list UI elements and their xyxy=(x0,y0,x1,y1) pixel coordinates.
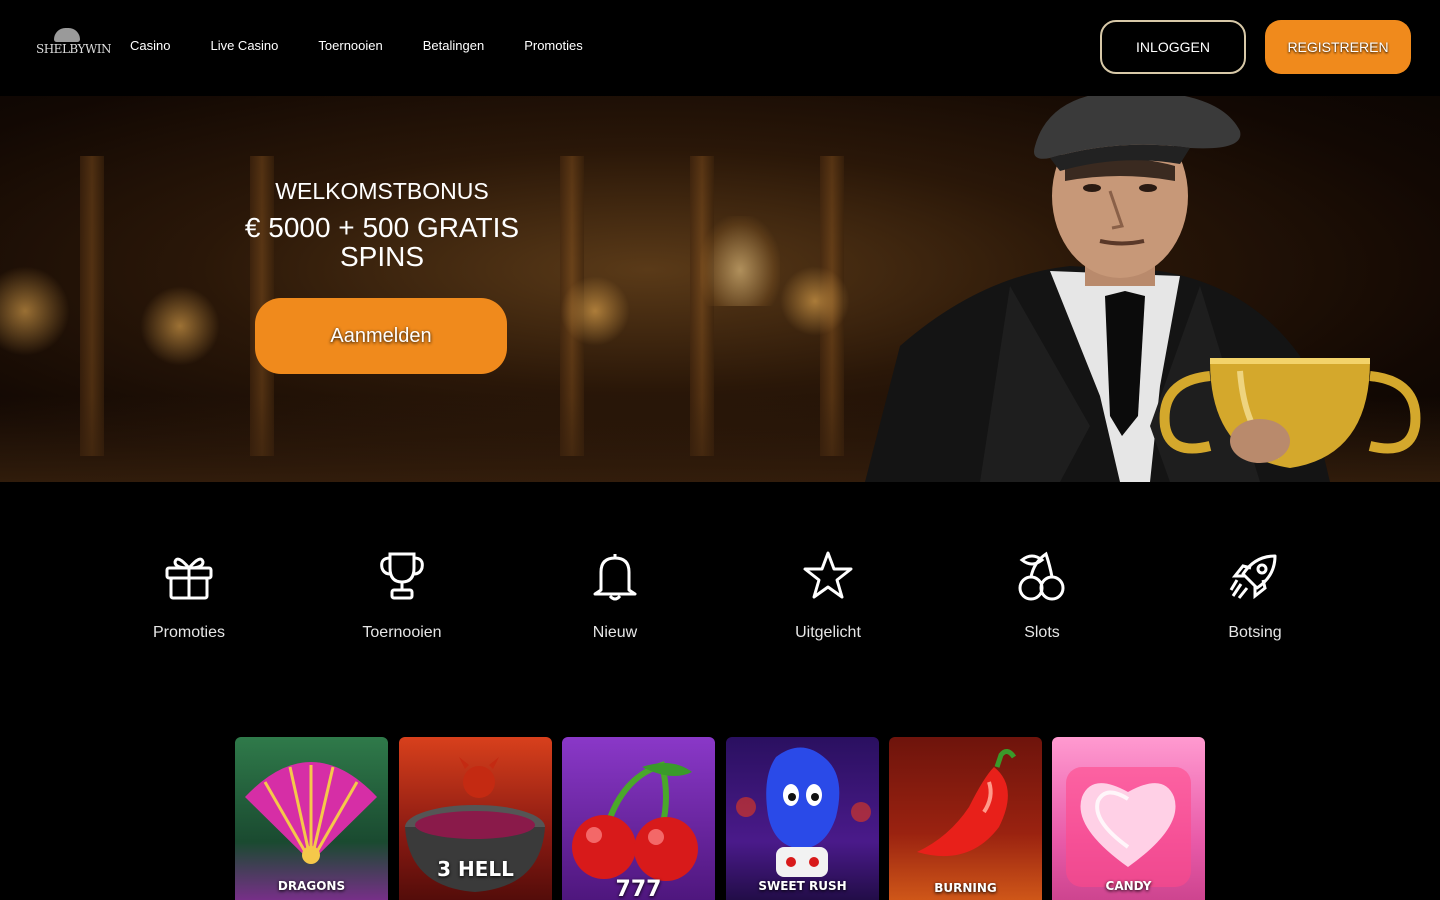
nav-promoties[interactable]: Promoties xyxy=(524,38,583,53)
shelbywin-logo[interactable]: SHELBYWIN xyxy=(36,28,112,64)
register-button[interactable]: REGISTREREN xyxy=(1265,20,1411,74)
game-title: BURNING xyxy=(934,881,997,895)
game-title: 3 HELL xyxy=(437,857,514,881)
category-slots[interactable]: Slots xyxy=(972,540,1112,642)
category-botsing[interactable]: Botsing xyxy=(1185,540,1325,642)
category-nieuw[interactable]: Nieuw xyxy=(545,540,685,642)
bell-icon xyxy=(593,554,637,601)
main-nav: Casino Live Casino Toernooien Betalingen… xyxy=(130,38,623,53)
game-tile[interactable]: 3 HELL xyxy=(399,737,552,900)
category-label: Uitgelicht xyxy=(795,624,861,641)
trophy-icon xyxy=(380,552,424,600)
lamp-glow xyxy=(780,266,850,336)
gift-icon xyxy=(165,557,213,600)
game-tile[interactable]: 777 xyxy=(562,737,715,900)
category-bar: Promoties Toernooien Nieuw Uitgelicht Sl… xyxy=(0,540,1440,660)
game-tile[interactable]: DRAGONS xyxy=(235,737,388,900)
lamp-glow xyxy=(140,286,220,366)
cherries-icon xyxy=(572,761,698,881)
star-icon xyxy=(803,551,853,599)
category-toernooien[interactable]: Toernooien xyxy=(332,540,472,642)
game-title: SWEET RUSH xyxy=(758,879,847,893)
game-title: 777 xyxy=(615,877,662,900)
chandelier xyxy=(700,216,780,306)
nav-live-casino[interactable]: Live Casino xyxy=(210,38,278,53)
game-title: CANDY xyxy=(1105,879,1152,893)
heart-candy-icon xyxy=(1066,767,1191,887)
nav-casino[interactable]: Casino xyxy=(130,38,170,53)
hero-title: € 5000 + 500 GRATIS SPINS xyxy=(244,212,520,272)
hero-banner: WELKOMSTBONUS € 5000 + 500 GRATIS SPINS … xyxy=(0,96,1440,482)
hero-text: WELKOMSTBONUS € 5000 + 500 GRATIS SPINS xyxy=(210,178,554,271)
category-label: Nieuw xyxy=(592,624,638,641)
chili-pepper-icon xyxy=(917,749,1017,857)
category-uitgelicht[interactable]: Uitgelicht xyxy=(758,540,898,642)
rocket-icon xyxy=(1229,554,1277,600)
nav-toernooien[interactable]: Toernooien xyxy=(318,38,382,53)
game-tile[interactable]: BURNING xyxy=(889,737,1042,900)
category-label: Toernooien xyxy=(362,624,442,641)
fan-icon xyxy=(245,762,377,864)
category-label: Promoties xyxy=(152,624,226,641)
gentleman-with-trophy-illustration xyxy=(865,96,1421,482)
category-promoties[interactable]: Promoties xyxy=(119,540,259,642)
game-tile[interactable]: SWEET RUSH xyxy=(726,737,879,900)
hero-kicker: WELKOMSTBONUS xyxy=(275,178,489,204)
hat-icon xyxy=(54,28,80,42)
site-header: SHELBYWIN Casino Live Casino Toernooien … xyxy=(0,0,1440,96)
candy-mascot-icon xyxy=(736,747,871,877)
category-label: Slots xyxy=(1024,624,1060,641)
login-button[interactable]: INLOGGEN xyxy=(1100,20,1246,74)
nav-betalingen[interactable]: Betalingen xyxy=(423,38,484,53)
category-label: Botsing xyxy=(1228,624,1282,641)
lamp-glow xyxy=(0,266,70,356)
lamp-glow xyxy=(560,276,630,346)
signup-button[interactable]: Aanmelden xyxy=(255,298,507,374)
game-tile[interactable]: CANDY xyxy=(1052,737,1205,900)
cherries-icon xyxy=(1018,551,1065,601)
game-title: DRAGONS xyxy=(277,879,346,893)
logo-text: SHELBYWIN xyxy=(36,42,112,56)
